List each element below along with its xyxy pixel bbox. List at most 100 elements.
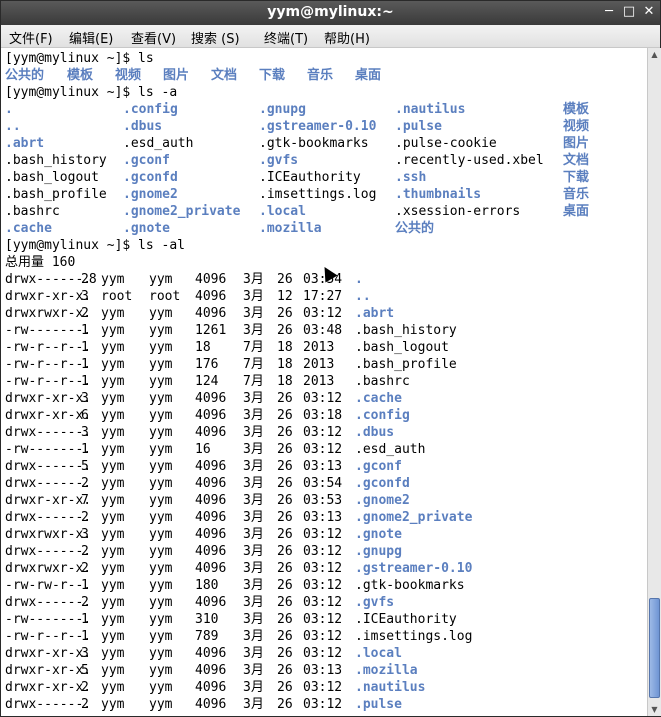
ls-a-item: 公共的 [395, 221, 435, 236]
ls-al-owner: yym [101, 629, 125, 644]
ls-al-owner: yym [101, 663, 125, 678]
ls-a-item: .bashrc [5, 204, 60, 219]
ls-al-time: 03:12 [303, 697, 343, 712]
menu-search[interactable]: 搜索 (S) [191, 28, 240, 47]
ls-al-group: yym [149, 680, 173, 695]
terminal-window: yym@mylinux:~ ─ □ ✕ 文件(F) 编辑(E) 查看(V) 搜索… [0, 0, 661, 717]
menu-edit[interactable]: 编辑(E) [69, 28, 113, 47]
ls-al-permissions: drwxr-xr-x. [5, 391, 92, 406]
ls-a-item: .xsession-errors [395, 204, 521, 219]
scroll-down-icon[interactable]: ▼ [648, 703, 661, 716]
ls-al-month: 3月 [243, 323, 264, 338]
ls-al-group: yym [149, 544, 173, 559]
menu-file[interactable]: 文件(F) [9, 28, 53, 47]
ls-al-filename: .mozilla [355, 663, 418, 678]
ls-al-day: 26 [277, 476, 293, 491]
ls-al-month: 3月 [243, 527, 264, 542]
ls-al-owner: yym [101, 612, 125, 627]
ls-al-links: 3 [81, 527, 89, 542]
ls-a-item: .gvfs [259, 153, 299, 168]
ls-al-group: yym [149, 306, 173, 321]
ls-al-day: 12 [277, 289, 293, 304]
minimize-icon[interactable]: ─ [601, 4, 617, 20]
ls-al-owner: yym [101, 527, 125, 542]
ls-al-day: 26 [277, 612, 293, 627]
ls-al-time: 03:48 [303, 323, 343, 338]
ls-al-group: yym [149, 391, 173, 406]
ls-al-month: 3月 [243, 425, 264, 440]
ls-a-item: .gtk-bookmarks [259, 136, 369, 151]
ls-al-month: 3月 [243, 510, 264, 525]
ls-al-day: 26 [277, 306, 293, 321]
ls-al-group: yym [149, 459, 173, 474]
ls-al-permissions: drwxrwxr-x. [5, 306, 92, 321]
window-title: yym@mylinux:~ [267, 4, 394, 20]
ls-al-time: 03:53 [303, 493, 343, 508]
ls-al-time: 03:12 [303, 391, 343, 406]
menu-terminal[interactable]: 终端(T) [264, 28, 308, 47]
ls-al-filename: .gtk-bookmarks [355, 578, 465, 593]
ls-al-permissions: -rw-r--r--. [5, 357, 92, 372]
ls-al-group: yym [149, 493, 173, 508]
ls-al-size: 4096 [195, 425, 227, 440]
close-icon[interactable]: ✕ [641, 4, 657, 20]
scroll-up-icon[interactable]: ▲ [648, 48, 661, 61]
title-bar[interactable]: yym@mylinux:~ ─ □ ✕ [1, 1, 660, 25]
ls-al-time: 03:12 [303, 442, 343, 457]
vertical-scrollbar[interactable]: ▲ ▼ [647, 48, 661, 716]
ls-al-month: 3月 [243, 408, 264, 423]
command-line: [yym@mylinux ~]$ ls [5, 51, 154, 66]
ls-al-size: 124 [195, 374, 219, 389]
ls-al-time: 03:12 [303, 306, 343, 321]
ls-al-day: 18 [277, 340, 293, 355]
ls-al-group: root [149, 289, 181, 304]
ls-al-links: 2 [81, 510, 89, 525]
ls-al-filename: .gconfd [355, 476, 410, 491]
ls-item: 视频 [115, 68, 142, 83]
ls-a-item: .recently-used.xbel [395, 153, 544, 168]
ls-al-size: 4096 [195, 408, 227, 423]
ls-al-filename: .abrt [355, 306, 395, 321]
terminal-output[interactable]: [yym@mylinux ~]$ ls 公共的 模板 视频 图片 文档 下载 音乐 桌面 [yym… [1, 48, 647, 716]
ls-al-month: 3月 [243, 663, 264, 678]
ls-al-filename: .bash_history [355, 323, 457, 338]
ls-al-day: 26 [277, 272, 293, 287]
ls-al-size: 16 [195, 442, 211, 457]
ls-al-day: 26 [277, 323, 293, 338]
menu-view[interactable]: 查看(V) [131, 28, 176, 47]
ls-al-day: 26 [277, 697, 293, 712]
ls-al-permissions: -rw-r--r--. [5, 340, 92, 355]
menu-help[interactable]: 帮助(H) [324, 28, 370, 47]
ls-al-month: 3月 [243, 595, 264, 610]
ls-al-links: 2 [81, 544, 89, 559]
ls-al-permissions: drwxr-xr-x. [5, 289, 92, 304]
ls-al-owner: yym [101, 425, 125, 440]
ls-item: 公共的 [5, 68, 45, 83]
ls-al-group: yym [149, 374, 173, 389]
scrollbar-thumb[interactable] [649, 598, 660, 698]
ls-al-month: 3月 [243, 646, 264, 661]
ls-al-size: 4096 [195, 527, 227, 542]
ls-al-links: 3 [81, 646, 89, 661]
ls-al-owner: yym [101, 476, 125, 491]
ls-al-group: yym [149, 612, 173, 627]
ls-al-month: 3月 [243, 544, 264, 559]
maximize-icon[interactable]: □ [621, 4, 637, 20]
ls-al-month: 3月 [243, 612, 264, 627]
ls-al-filename: .. [355, 289, 371, 304]
ls-al-permissions: drwxr-xr-x. [5, 493, 92, 508]
ls-al-permissions: -rw-r--r--. [5, 629, 92, 644]
ls-al-links: 7 [81, 493, 89, 508]
ls-al-time: 03:18 [303, 408, 343, 423]
ls-a-item: .gconf [123, 153, 170, 168]
ls-al-day: 26 [277, 544, 293, 559]
ls-al-permissions: drwxr-xr-x. [5, 646, 92, 661]
ls-a-item: .gstreamer-0.10 [259, 119, 377, 134]
ls-a-item: 图片 [563, 136, 590, 151]
ls-al-owner: yym [101, 459, 125, 474]
ls-a-item: .bash_logout [5, 170, 99, 185]
ls-al-group: yym [149, 646, 173, 661]
ls-al-links: 3 [81, 425, 89, 440]
ls-al-size: 18 [195, 340, 211, 355]
ls-al-month: 3月 [243, 697, 264, 712]
